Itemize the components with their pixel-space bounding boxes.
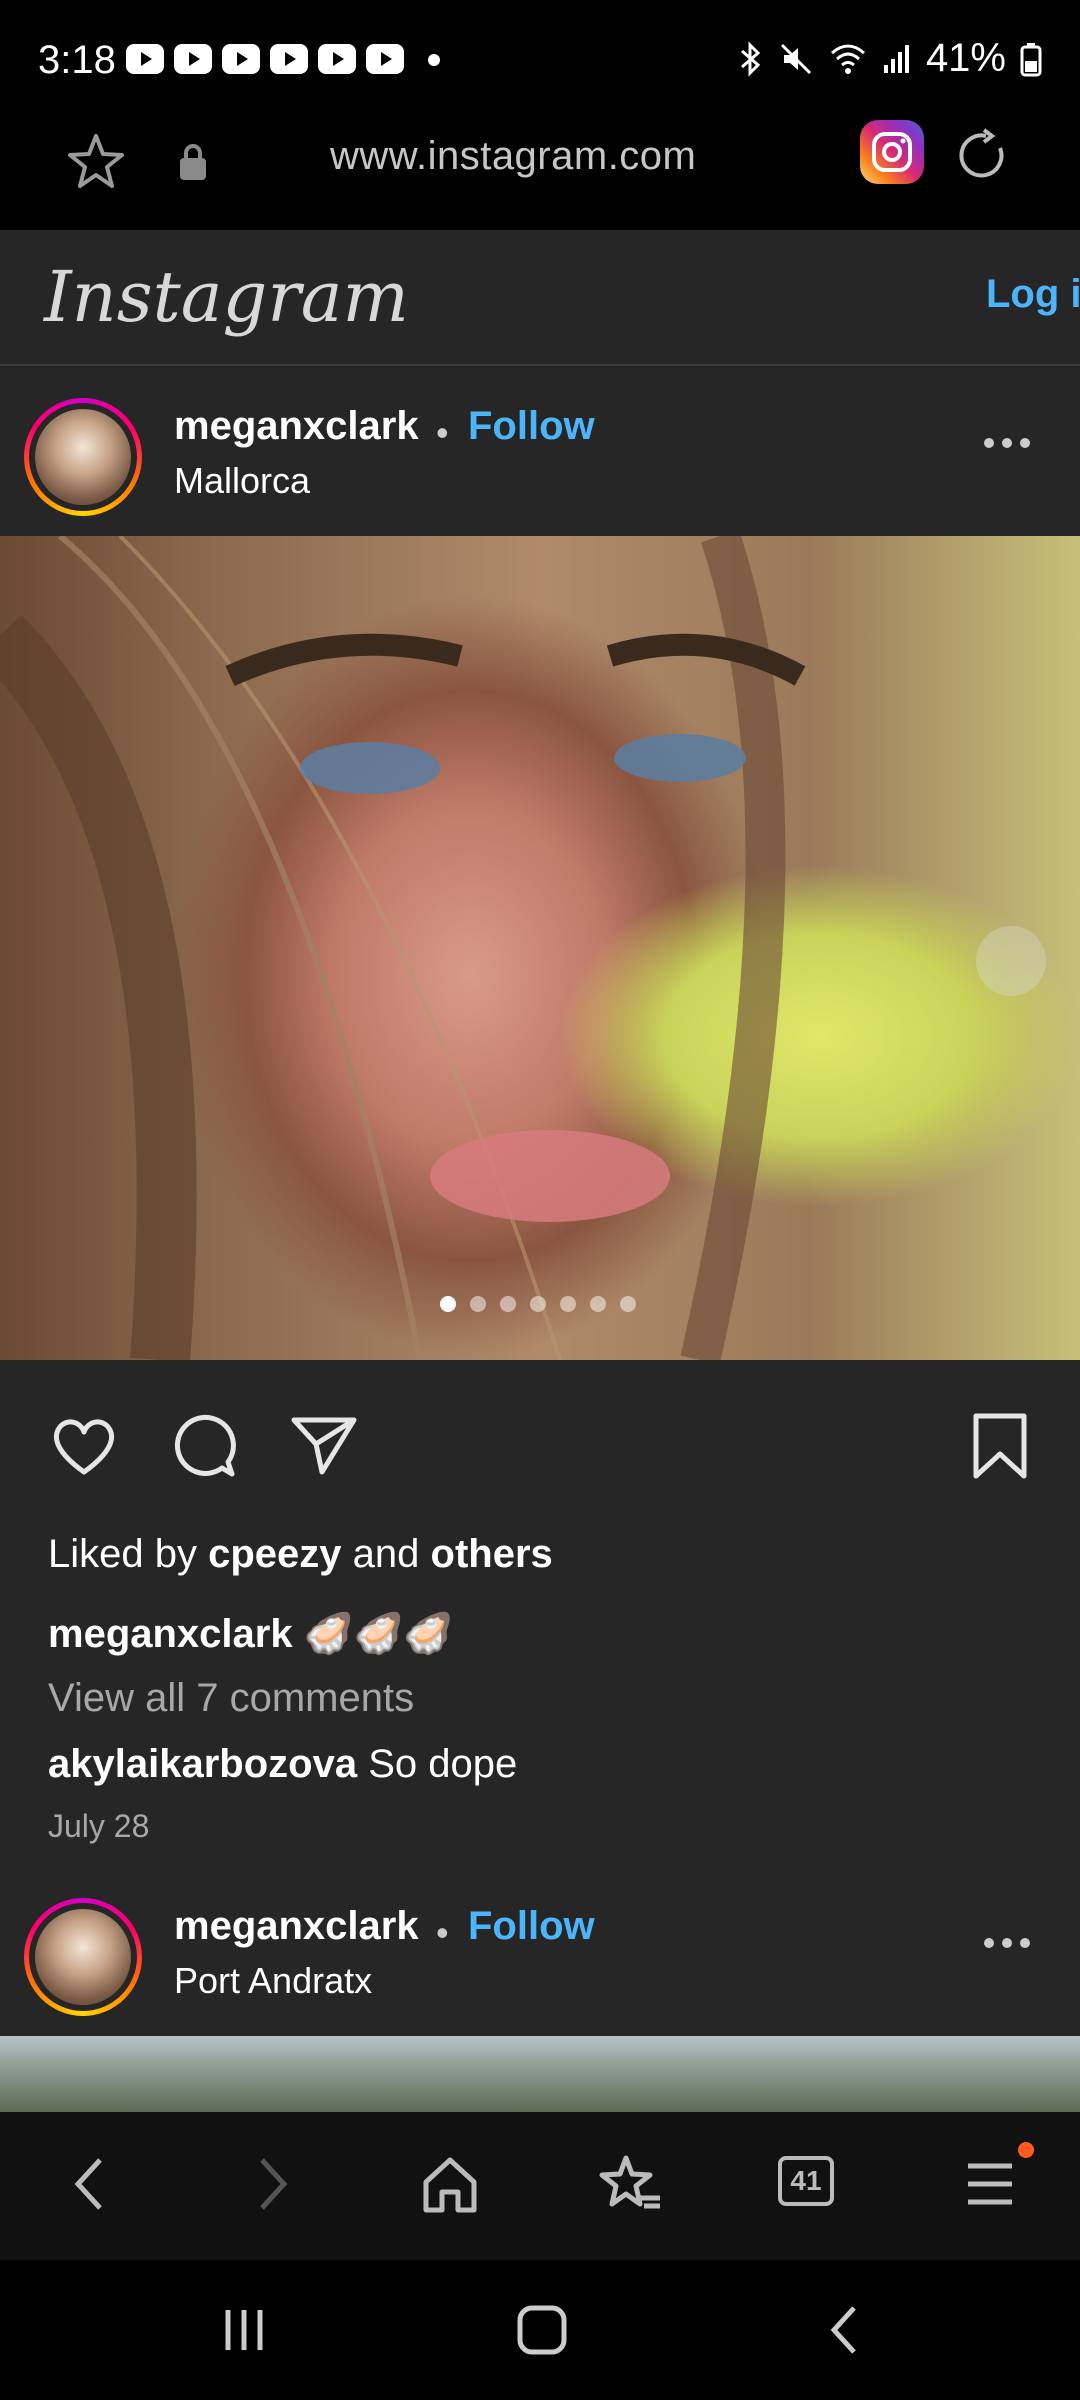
avatar[interactable] xyxy=(24,398,142,516)
post-image[interactable] xyxy=(0,536,1080,1360)
avatar[interactable] xyxy=(24,1898,142,2016)
battery-icon xyxy=(1020,42,1042,76)
reload-icon[interactable] xyxy=(956,128,1012,184)
avatar-image xyxy=(35,409,131,505)
post-image[interactable] xyxy=(0,2036,1080,2112)
youtube-icon xyxy=(174,44,212,74)
tabs-button[interactable]: 41 xyxy=(778,2156,834,2206)
post-username[interactable]: meganxclark xyxy=(174,1904,419,1949)
save-bookmark-icon[interactable] xyxy=(968,1410,1032,1482)
status-time: 3:18 xyxy=(38,38,116,82)
instagram-header: Instagram Log in xyxy=(0,230,1080,366)
wifi-icon xyxy=(830,44,865,74)
liked-by-text[interactable]: Liked by cpeezy and others xyxy=(48,1532,553,1577)
notification-badge xyxy=(1018,2142,1034,2158)
post-location[interactable]: Mallorca xyxy=(174,460,310,502)
separator-dot: • xyxy=(436,412,449,453)
system-navigation-bar xyxy=(0,2260,1080,2400)
comment-text: So dope xyxy=(368,1742,518,1786)
home-button-icon[interactable] xyxy=(512,2300,572,2360)
instagram-logo[interactable]: Instagram xyxy=(44,256,409,338)
mute-icon xyxy=(780,43,811,74)
more-options-icon[interactable] xyxy=(984,438,1030,448)
comment-username[interactable]: akylaikarbozova xyxy=(48,1742,357,1786)
instagram-app-icon[interactable] xyxy=(860,120,924,184)
browser-toolbar: 41 xyxy=(0,2112,1080,2260)
liked-by-user[interactable]: cpeezy xyxy=(208,1532,341,1576)
battery-percent: 41% xyxy=(925,36,1006,80)
bookmarks-icon[interactable] xyxy=(596,2152,664,2216)
liked-by-others[interactable]: others xyxy=(431,1532,553,1576)
carousel-dot xyxy=(590,1296,606,1312)
youtube-icon xyxy=(318,44,356,74)
system-back-icon[interactable] xyxy=(820,2300,870,2360)
menu-icon[interactable] xyxy=(962,2152,1018,2216)
carousel-dot xyxy=(620,1296,636,1312)
youtube-icon xyxy=(366,44,404,74)
browser-url-bar[interactable]: www.instagram.com xyxy=(0,120,1080,230)
forward-icon[interactable] xyxy=(248,2152,296,2216)
view-all-comments-link[interactable]: View all 7 comments xyxy=(48,1676,414,1721)
carousel-dot xyxy=(440,1296,456,1312)
back-icon[interactable] xyxy=(66,2152,114,2216)
lock-icon xyxy=(180,144,206,180)
share-send-icon[interactable] xyxy=(288,1410,360,1482)
caption-username[interactable]: meganxclark xyxy=(48,1612,293,1656)
comment: akylaikarbozova So dope xyxy=(48,1742,517,1787)
avatar-image xyxy=(35,1909,131,2005)
post-date[interactable]: July 28 xyxy=(48,1808,149,1845)
bookmark-star-icon[interactable] xyxy=(64,130,128,194)
youtube-icon xyxy=(222,44,260,74)
youtube-icon xyxy=(270,44,308,74)
follow-button[interactable]: Follow xyxy=(468,1904,595,1949)
post-header: meganxclark • Follow Mallorca xyxy=(0,368,1080,536)
status-right: 41% xyxy=(736,36,1042,81)
carousel-dot xyxy=(470,1296,486,1312)
photo-hair-strands xyxy=(0,536,806,1360)
web-page: Instagram Log in meganxclark • Follow Ma… xyxy=(0,230,1080,2112)
bluetooth-icon xyxy=(740,40,761,77)
carousel-dot xyxy=(560,1296,576,1312)
separator-dot: • xyxy=(436,1912,449,1953)
status-bar: 3:18 41% xyxy=(0,0,1080,120)
carousel-dot xyxy=(530,1296,546,1312)
post-actions xyxy=(0,1410,1080,1520)
login-link[interactable]: Log in xyxy=(986,272,1080,317)
youtube-icon xyxy=(126,44,164,74)
carousel-indicator xyxy=(440,1296,636,1312)
post-location[interactable]: Port Andratx xyxy=(174,1960,372,2002)
recent-apps-icon[interactable] xyxy=(216,2302,272,2358)
more-notifications-dot xyxy=(428,54,440,66)
comment-icon[interactable] xyxy=(168,1410,240,1482)
follow-button[interactable]: Follow xyxy=(468,404,595,449)
signal-icon xyxy=(883,44,909,73)
post-header: meganxclark • Follow Port Andratx xyxy=(0,1868,1080,2036)
home-icon[interactable] xyxy=(418,2152,482,2216)
carousel-next-button[interactable] xyxy=(976,926,1046,996)
more-options-icon[interactable] xyxy=(984,1938,1030,1948)
post-username[interactable]: meganxclark xyxy=(174,404,419,449)
caption-text: 🦪🦪🦪 xyxy=(303,1612,454,1656)
post-caption: meganxclark 🦪🦪🦪 xyxy=(48,1610,453,1657)
url-field[interactable]: www.instagram.com xyxy=(330,134,696,179)
like-heart-icon[interactable] xyxy=(48,1410,120,1482)
carousel-dot xyxy=(500,1296,516,1312)
notification-icons xyxy=(126,44,404,74)
